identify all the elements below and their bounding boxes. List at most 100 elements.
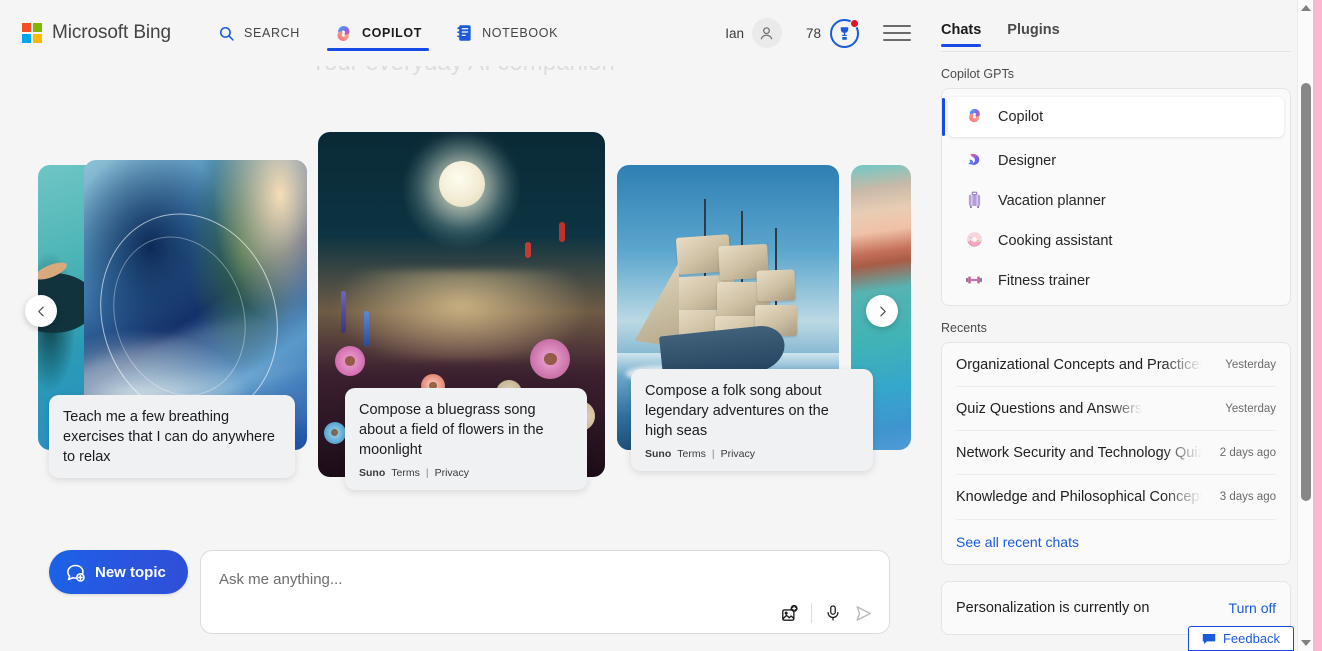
carousel-next-button[interactable]: [866, 295, 898, 327]
carousel-prev-button[interactable]: [25, 295, 57, 327]
nav-tab-search-label: SEARCH: [243, 26, 300, 40]
microphone-icon[interactable]: [824, 604, 842, 622]
scroll-down-arrow-icon[interactable]: [1298, 635, 1314, 651]
browser-scrollbar[interactable]: [1297, 0, 1313, 651]
copilot-icon: [334, 24, 353, 43]
nav-tab-copilot-label: COPILOT: [361, 26, 423, 40]
top-header: Microsoft Bing SEARCH COPILOT NOTEBOOK I…: [0, 0, 925, 66]
see-all-row: See all recent chats: [956, 519, 1276, 564]
attribution-brand: Suno: [645, 448, 672, 460]
attribution-brand: Suno: [359, 467, 386, 479]
recent-chat-title: Network Security and Technology Quiz: [956, 444, 1202, 461]
donut-icon: [964, 231, 984, 251]
card-prompt-bubble-folk-song[interactable]: Compose a folk song about legendary adve…: [631, 369, 873, 471]
suggestion-carousel: Teach me a few breathing exercises that …: [0, 120, 925, 490]
add-image-icon[interactable]: [780, 604, 799, 623]
composer-actions: [780, 603, 873, 623]
copilot-icon: [964, 107, 984, 127]
recent-chat-title: Organizational Concepts and Practices: [956, 356, 1202, 373]
chevron-right-icon: [879, 306, 886, 316]
recents-list: Organizational Concepts and Practices Ye…: [941, 342, 1291, 565]
rewards-notification-dot: [850, 18, 859, 28]
privacy-link[interactable]: Privacy: [435, 467, 469, 479]
new-topic-icon: [65, 562, 86, 583]
avatar: [751, 18, 782, 48]
prompt-text: Compose a bluegrass song about a field o…: [359, 402, 544, 458]
gpt-item-copilot[interactable]: Copilot: [942, 97, 1284, 137]
recent-chat-time: Yesterday: [1225, 358, 1276, 371]
gpt-item-label: Vacation planner: [998, 193, 1106, 209]
terms-link[interactable]: Terms: [391, 467, 420, 479]
header-nav-tabs: SEARCH COPILOT NOTEBOOK: [201, 0, 575, 66]
meta-separator: |: [425, 467, 429, 479]
hamburger-menu-icon[interactable]: [883, 24, 911, 42]
account-name: Ian: [725, 25, 744, 41]
see-all-recent-chats-link[interactable]: See all recent chats: [956, 520, 1276, 564]
personalization-turn-off-link[interactable]: Turn off: [1229, 600, 1276, 616]
nav-tab-copilot[interactable]: COPILOT: [317, 0, 439, 66]
gpt-item-vacation-planner[interactable]: Vacation planner: [942, 181, 1290, 221]
page-edge-accent: [1313, 0, 1322, 651]
recent-chat-item[interactable]: Network Security and Technology Quiz 2 d…: [956, 431, 1276, 475]
gpt-item-label: Copilot: [998, 109, 1044, 125]
recent-chat-time: 2 days ago: [1219, 446, 1276, 459]
new-topic-label: New topic: [95, 563, 166, 581]
account-button[interactable]: Ian: [725, 18, 782, 48]
gpt-item-cooking-assistant[interactable]: Cooking assistant: [942, 221, 1290, 261]
recent-chat-item[interactable]: Quiz Questions and Answers Yesterday: [956, 387, 1276, 431]
card-prompt-bubble-bluegrass[interactable]: Compose a bluegrass song about a field o…: [345, 388, 587, 490]
gpt-item-label: Cooking assistant: [998, 233, 1113, 249]
microsoft-bing-logo[interactable]: Microsoft Bing: [22, 22, 171, 44]
app-root: Microsoft Bing SEARCH COPILOT NOTEBOOK I…: [0, 0, 1322, 651]
prompt-text: Compose a folk song about legendary adve…: [645, 383, 829, 439]
search-icon: [218, 25, 235, 42]
feedback-icon: [1202, 633, 1216, 645]
composer-bar: New topic: [0, 540, 925, 640]
send-icon[interactable]: [854, 604, 873, 623]
meta-separator: |: [711, 448, 715, 460]
moon-icon: [438, 160, 485, 207]
nav-tab-notebook[interactable]: NOTEBOOK: [439, 0, 575, 66]
feedback-button[interactable]: Feedback: [1188, 626, 1294, 651]
header-right-cluster: Ian 78: [725, 0, 911, 66]
gpt-item-fitness-trainer[interactable]: Fitness trainer: [942, 261, 1290, 301]
composer-divider: [811, 603, 812, 623]
recent-chat-item[interactable]: Organizational Concepts and Practices Ye…: [956, 343, 1276, 387]
scroll-up-arrow-icon[interactable]: [1298, 0, 1314, 16]
nav-tab-notebook-label: NOTEBOOK: [482, 26, 559, 40]
copilot-gpts-list: Copilot Designer Vacation planner Cookin…: [941, 88, 1291, 306]
nav-tab-search[interactable]: SEARCH: [201, 0, 317, 66]
rewards-medal-icon: [830, 18, 859, 48]
designer-icon: [964, 151, 984, 171]
card-prompt-bubble-breathing[interactable]: Teach me a few breathing exercises that …: [49, 395, 295, 478]
new-topic-button[interactable]: New topic: [49, 550, 188, 594]
microsoft-logo-icon: [22, 23, 42, 43]
personalization-status: Personalization is currently on: [956, 600, 1150, 616]
recent-chat-title: Knowledge and Philosophical Concepts: [956, 489, 1202, 505]
tab-plugins[interactable]: Plugins: [1007, 22, 1059, 47]
recent-chat-time: 3 days ago: [1219, 491, 1276, 503]
gpt-item-label: Designer: [998, 153, 1057, 169]
notebook-icon: [456, 24, 473, 42]
prompt-text: Teach me a few breathing exercises that …: [63, 409, 275, 465]
rewards-count: 78: [805, 25, 821, 41]
feedback-label: Feedback: [1222, 631, 1281, 646]
recent-chat-item[interactable]: Knowledge and Philosophical Concepts 3 d…: [956, 475, 1276, 519]
right-sidebar: Chats Plugins Copilot GPTs Copilot Desig…: [925, 0, 1307, 651]
chevron-left-icon: [37, 306, 44, 316]
gpt-item-label: Fitness trainer: [998, 273, 1090, 289]
sidebar-tabs: Chats Plugins: [925, 0, 1307, 47]
ask-input-container[interactable]: [200, 550, 890, 634]
prompt-attribution: Suno Terms | Privacy: [359, 467, 573, 479]
tab-chats[interactable]: Chats: [941, 22, 982, 47]
rewards-button[interactable]: 78: [805, 18, 859, 48]
dumbbell-icon: [964, 273, 984, 290]
copilot-gpts-heading: Copilot GPTs: [941, 67, 1014, 81]
privacy-link[interactable]: Privacy: [721, 448, 755, 460]
scrollbar-thumb[interactable]: [1301, 83, 1311, 501]
gpt-item-designer[interactable]: Designer: [942, 141, 1290, 181]
search-input[interactable]: [219, 571, 779, 588]
terms-link[interactable]: Terms: [677, 448, 706, 460]
brand-label: Microsoft Bing: [52, 22, 171, 43]
recents-heading: Recents: [941, 321, 987, 335]
